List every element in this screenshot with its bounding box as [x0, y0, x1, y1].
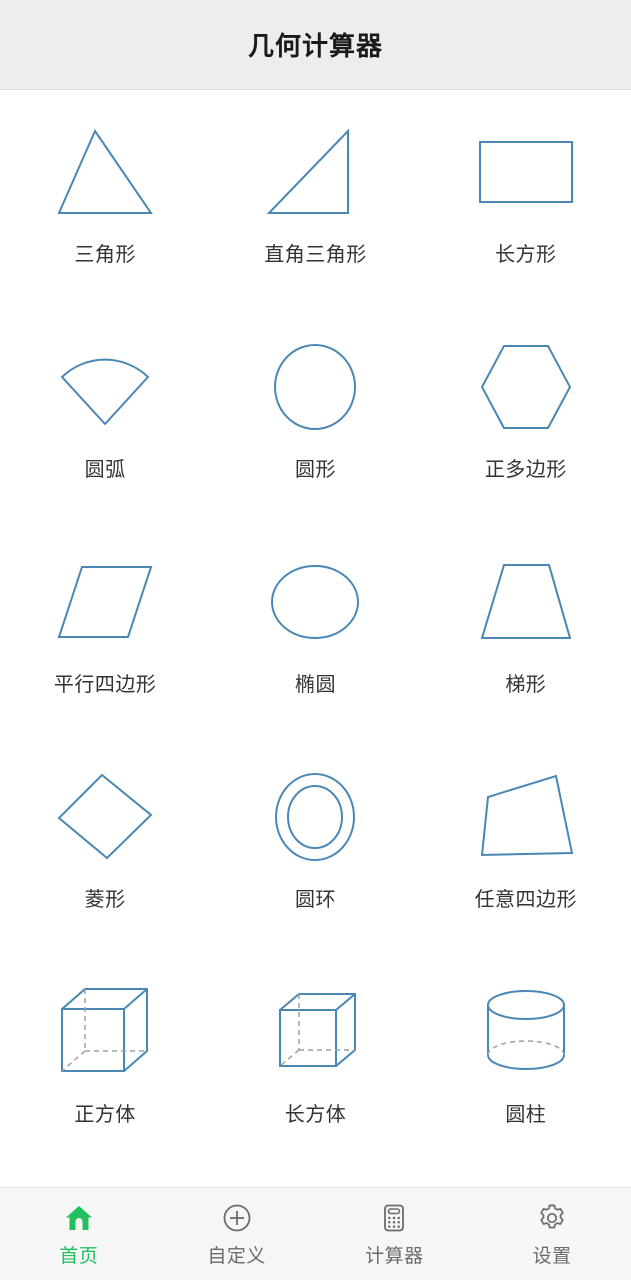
- cuboid-icon: [255, 972, 375, 1092]
- shape-item-polygon[interactable]: 正多边形: [421, 327, 631, 542]
- shape-item-cylinder[interactable]: 圆柱: [421, 972, 631, 1187]
- app-screen: 几何计算器 三角形 直角三角形 长方形 圆弧 圆形 正多边形 平行四边形 椭圆 …: [0, 0, 631, 1280]
- shape-label: 三角形: [74, 244, 136, 266]
- home-icon: [63, 1202, 95, 1234]
- shape-label: 平行四边形: [53, 674, 157, 696]
- shape-label: 圆环: [294, 889, 336, 911]
- gear-icon: [536, 1202, 568, 1234]
- plus-circle-icon: [221, 1202, 253, 1234]
- calculator-icon: [378, 1202, 410, 1234]
- cylinder-icon: [466, 972, 586, 1092]
- sector-icon: [45, 327, 165, 447]
- nav-label: 首页: [59, 1246, 99, 1267]
- shape-label: 椭圆: [294, 674, 336, 696]
- shape-label: 圆柱: [505, 1104, 547, 1126]
- shape-item-ellipse[interactable]: 椭圆: [210, 542, 420, 757]
- parallelogram-icon: [45, 542, 165, 662]
- cube-icon: [45, 972, 165, 1092]
- shape-label: 直角三角形: [264, 244, 367, 266]
- nav-item-calculator[interactable]: 计算器: [316, 1188, 474, 1280]
- nav-item-custom[interactable]: 自定义: [158, 1188, 316, 1280]
- nav-item-home[interactable]: 首页: [0, 1188, 158, 1280]
- shape-item-sector[interactable]: 圆弧: [0, 327, 210, 542]
- nav-label: 设置: [532, 1246, 572, 1267]
- shape-item-rectangle[interactable]: 长方形: [421, 112, 631, 327]
- annulus-icon: [255, 757, 375, 877]
- rhombus-icon: [45, 757, 165, 877]
- shape-label: 梯形: [505, 674, 547, 696]
- shape-label: 正方体: [74, 1104, 136, 1126]
- shape-item-annulus[interactable]: 圆环: [210, 757, 420, 972]
- right-triangle-icon: [255, 112, 375, 232]
- app-header: 几何计算器: [0, 0, 631, 90]
- shape-item-cuboid[interactable]: 长方体: [210, 972, 420, 1187]
- rectangle-icon: [466, 112, 586, 232]
- shape-label: 菱形: [84, 889, 126, 911]
- shape-item-parallelogram[interactable]: 平行四边形: [0, 542, 210, 757]
- shape-label: 圆弧: [84, 459, 126, 481]
- shape-label: 任意四边形: [474, 889, 578, 911]
- shape-item-triangle[interactable]: 三角形: [0, 112, 210, 327]
- nav-label: 计算器: [365, 1246, 424, 1267]
- shape-label: 长方形: [495, 244, 557, 266]
- triangle-icon: [45, 112, 165, 232]
- hexagon-icon: [466, 327, 586, 447]
- shape-item-circle[interactable]: 圆形: [210, 327, 420, 542]
- shape-item-right-triangle[interactable]: 直角三角形: [210, 112, 420, 327]
- shape-label: 正多边形: [484, 459, 567, 481]
- shape-label: 圆形: [294, 459, 336, 481]
- shape-item-trapezoid[interactable]: 梯形: [421, 542, 631, 757]
- shape-item-quadrilateral[interactable]: 任意四边形: [421, 757, 631, 972]
- page-title: 几何计算器: [247, 31, 383, 61]
- circle-icon: [255, 327, 375, 447]
- nav-label: 自定义: [207, 1246, 266, 1267]
- nav-item-settings[interactable]: 设置: [473, 1188, 631, 1280]
- shape-grid: 三角形 直角三角形 长方形 圆弧 圆形 正多边形 平行四边形 椭圆 梯形 菱形 …: [0, 90, 631, 1187]
- ellipse-icon: [255, 542, 375, 662]
- shape-item-rhombus[interactable]: 菱形: [0, 757, 210, 972]
- trapezoid-icon: [466, 542, 586, 662]
- bottom-navigation: 首页 自定义 计算器 设置: [0, 1187, 631, 1280]
- shape-label: 长方体: [284, 1104, 347, 1126]
- shape-item-cube[interactable]: 正方体: [0, 972, 210, 1187]
- quadrilateral-icon: [466, 757, 586, 877]
